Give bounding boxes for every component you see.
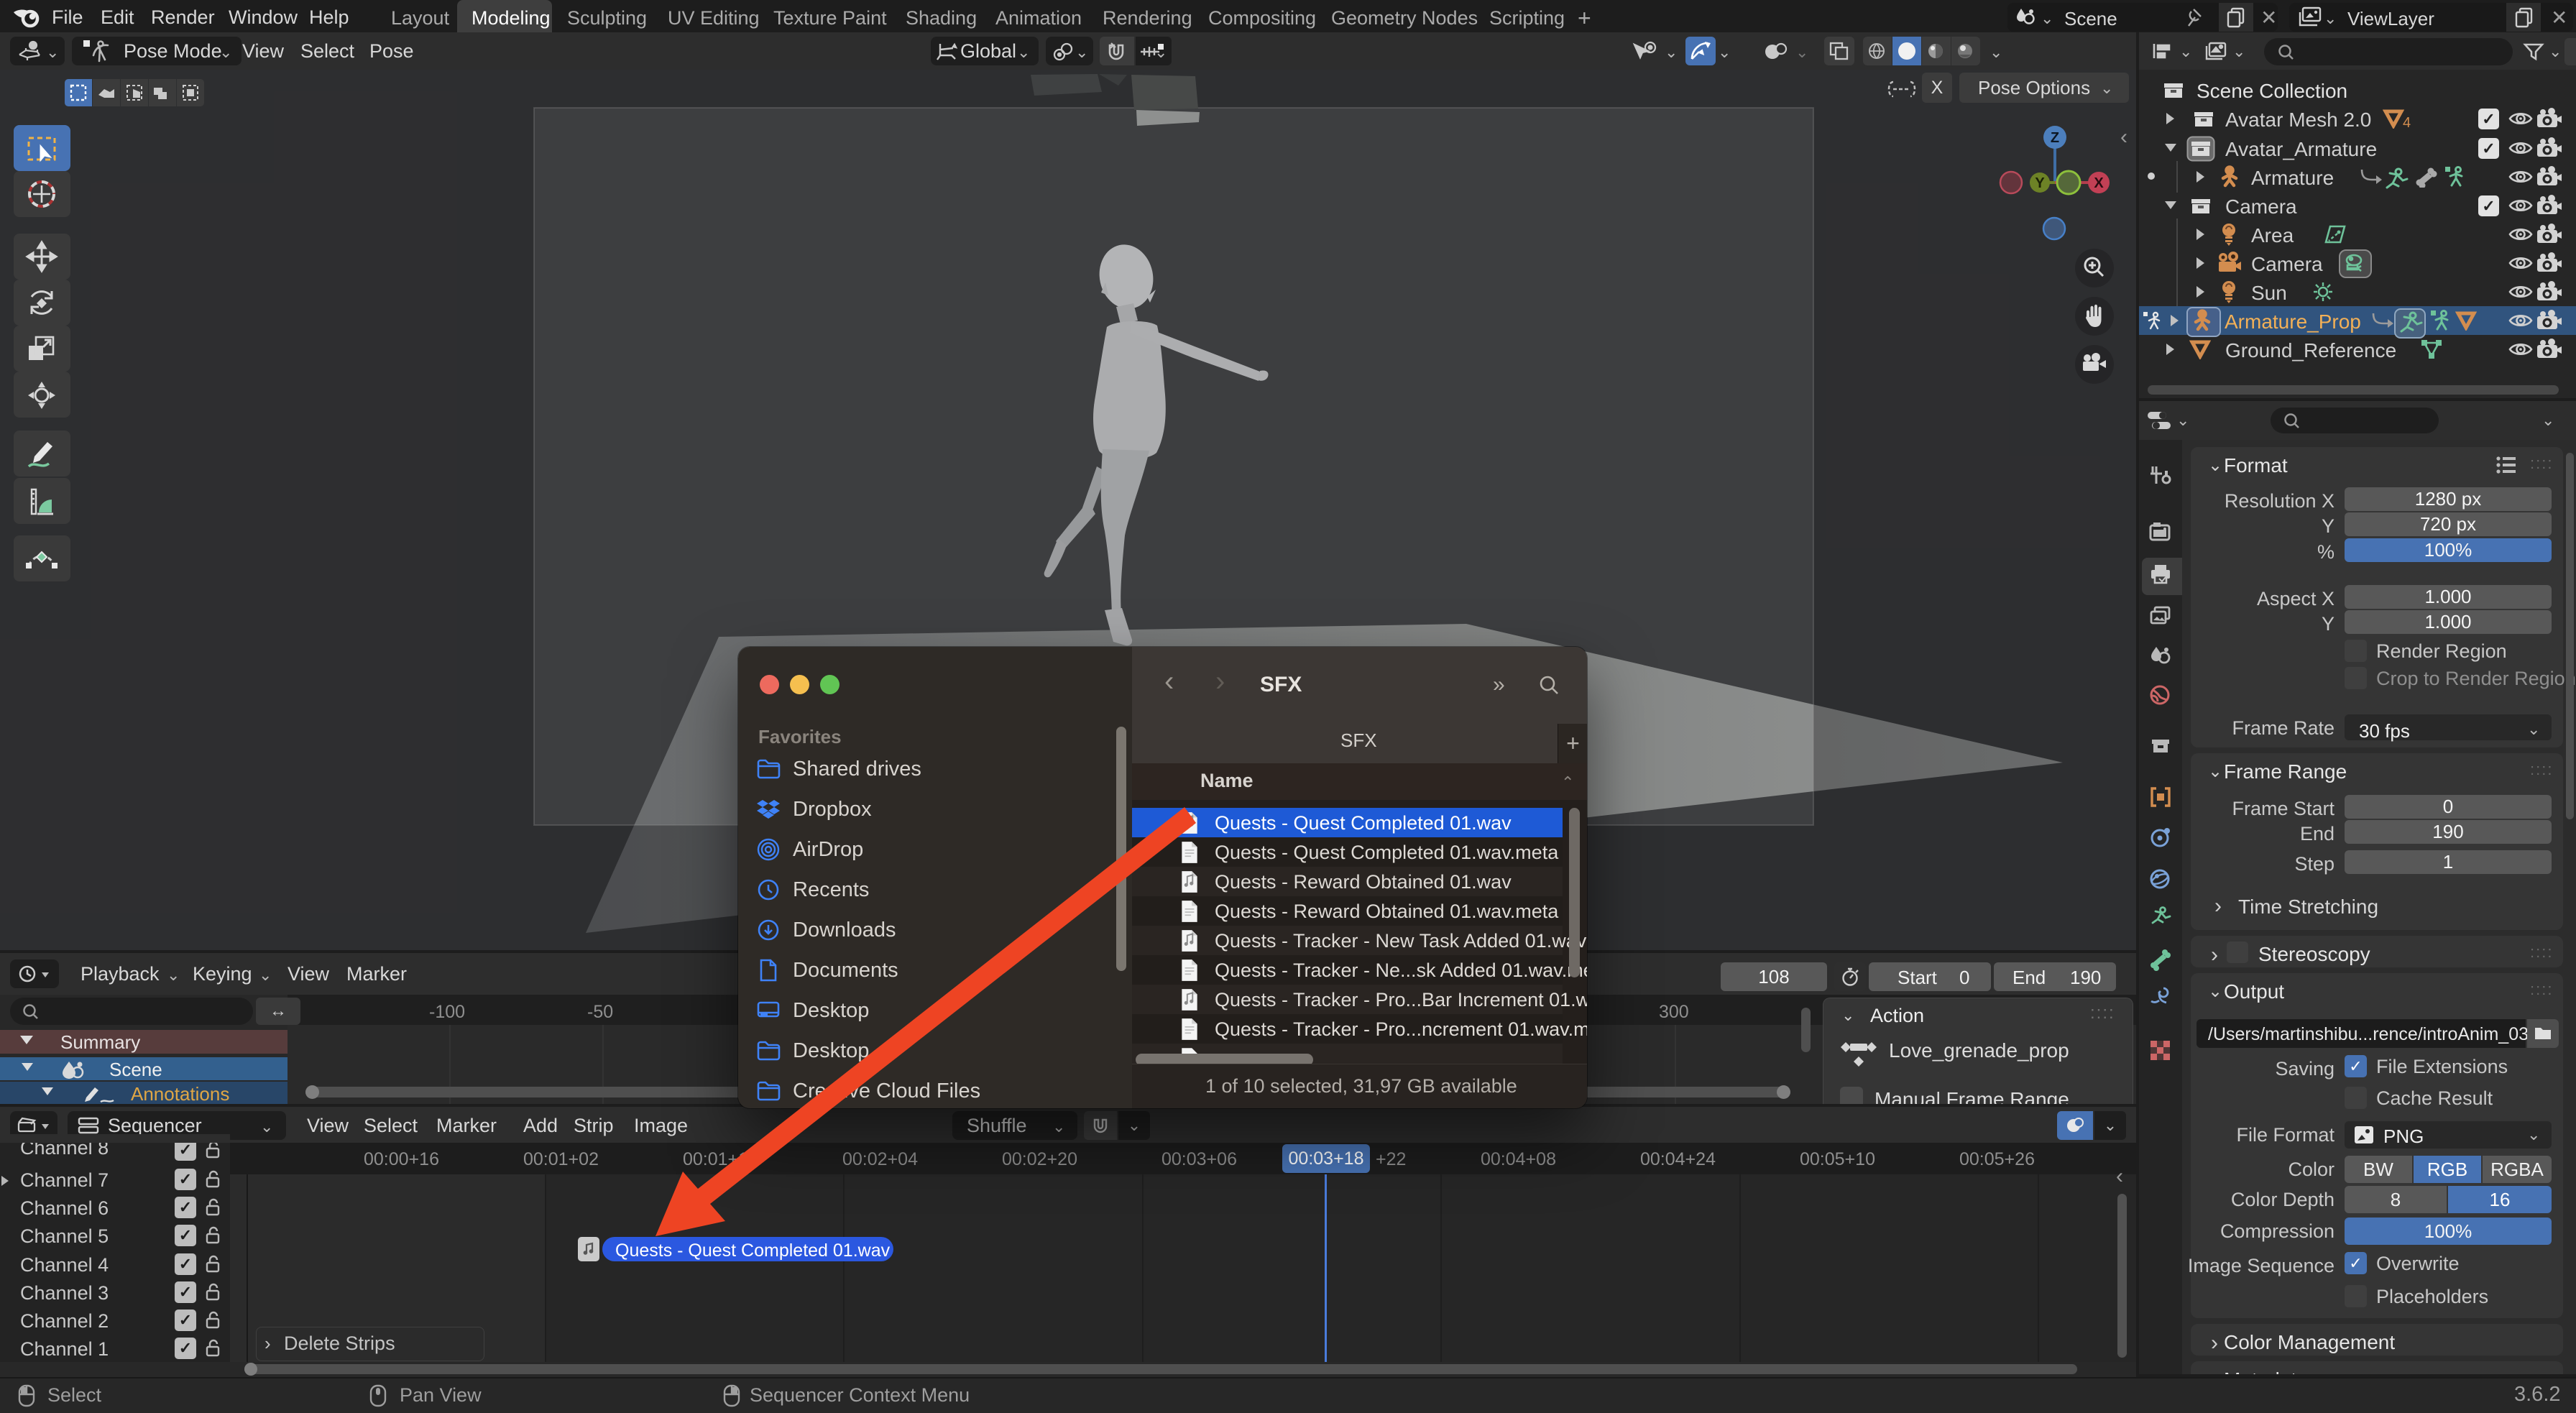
svg-text:‹: ‹ (2120, 125, 2128, 149)
svg-text:Z: Z (2051, 130, 2059, 146)
svg-text:X: X (2094, 175, 2104, 191)
svg-text:Y: Y (2035, 175, 2045, 191)
